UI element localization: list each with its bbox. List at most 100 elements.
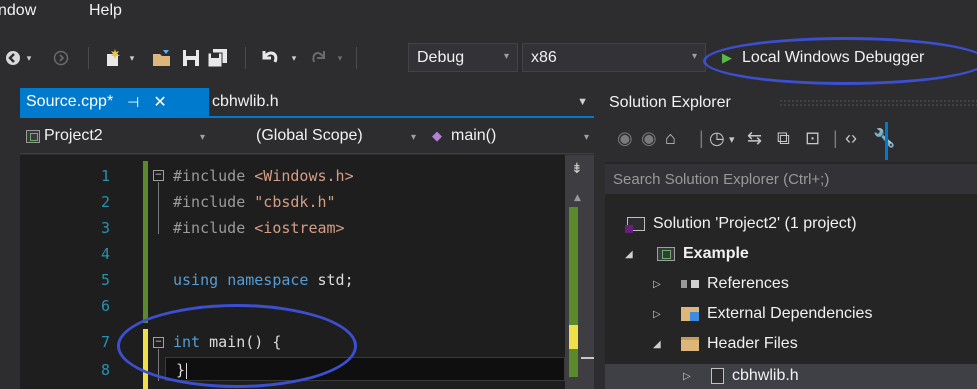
menu-help[interactable]: Help — [89, 2, 122, 20]
scroll-up-icon[interactable]: ▲ — [574, 193, 581, 203]
change-map-track — [569, 207, 578, 377]
method-icon: ◆ — [432, 128, 442, 143]
tree-node-label: Solution 'Project2' (1 project) — [653, 215, 857, 232]
vertical-scrollbar[interactable]: ⇟ ▲ — [565, 155, 594, 389]
open-folder-icon[interactable] — [151, 45, 173, 71]
collapse-icon[interactable]: − — [153, 337, 164, 348]
chevron-down-icon: ▾ — [200, 132, 206, 143]
sync-icon[interactable]: ⇆ — [747, 128, 762, 149]
outline-line — [158, 349, 159, 381]
tree-node-label: cbhwlib.h — [732, 367, 799, 384]
undo-icon[interactable] — [258, 45, 282, 71]
caret-position-marker — [581, 357, 594, 359]
search-placeholder: Search Solution Explorer (Ctrl+;) — [613, 170, 830, 188]
platform-value: x86 — [531, 48, 557, 66]
search-solution-explorer-input[interactable]: Search Solution Explorer (Ctrl+;) — [605, 164, 977, 194]
tree-node-external-dependencies[interactable]: ▷ External Dependencies — [653, 300, 872, 328]
expanded-icon[interactable]: ◢ — [625, 249, 633, 260]
back-dropdown-icon[interactable]: ▾ — [22, 45, 36, 71]
unsaved-change-bar — [143, 329, 148, 389]
tab-label: Source.cpp* — [26, 93, 114, 110]
back-icon[interactable] — [4, 45, 22, 71]
tree-node-label: Example — [683, 245, 749, 262]
header-file-icon — [711, 368, 724, 384]
standard-toolbar: ▾ ▾ ▾ ▾ Debug ▾ x86 ▾ ▶ Local Windows De… — [0, 30, 977, 84]
code-line-1: #include <Windows.h> — [173, 167, 354, 185]
play-icon: ▶ — [722, 50, 732, 65]
line-number: 1 — [100, 167, 110, 185]
line-number: 4 — [100, 245, 110, 263]
pin-icon[interactable]: ⊣ — [127, 94, 139, 111]
change-tracking-bar — [143, 161, 148, 323]
references-icon — [681, 280, 699, 288]
text-cursor — [186, 362, 188, 379]
collapse-all-icon[interactable]: ⧉ — [777, 128, 790, 149]
scope-dropdown[interactable]: (Global Scope) ▾ — [247, 123, 423, 149]
tree-node-header-files[interactable]: ◢ Header Files — [653, 330, 798, 358]
separator: | — [699, 128, 704, 148]
back-icon[interactable]: ◉ — [617, 128, 633, 149]
pending-dropdown-icon[interactable]: ▾ — [729, 133, 735, 146]
line-number: 6 — [100, 297, 110, 315]
collapsed-icon[interactable]: ▷ — [683, 371, 691, 382]
new-dropdown-icon[interactable]: ▾ — [126, 45, 138, 71]
tab-label: cbhwlib.h — [212, 93, 279, 110]
current-line-highlight — [165, 357, 565, 381]
collapsed-icon[interactable]: ▷ — [653, 309, 661, 320]
collapsed-icon[interactable]: ▷ — [653, 279, 661, 290]
toolbar-separator — [356, 47, 357, 69]
new-project-icon[interactable] — [102, 45, 124, 71]
member-dropdown[interactable]: ◆ main() ▾ — [432, 123, 592, 149]
line-number: 8 — [100, 361, 110, 379]
panel-title: Solution Explorer — [609, 94, 731, 111]
editor-tab-strip: Source.cpp* ⊣ ✕ cbhwlib.h ▼ — [20, 88, 594, 118]
undo-dropdown-icon[interactable]: ▾ — [288, 45, 300, 71]
drag-grip[interactable] — [779, 99, 977, 107]
forward-icon[interactable] — [52, 45, 70, 71]
view-code-icon[interactable]: ‹› — [845, 128, 857, 149]
project-icon — [26, 129, 40, 143]
code-line-5: using namespace std; — [173, 271, 354, 289]
outline-line — [158, 182, 159, 234]
solution-explorer-title-bar[interactable]: Solution Explorer — [605, 88, 977, 118]
tab-source-cpp[interactable]: Source.cpp* ⊣ ✕ — [20, 88, 209, 116]
configuration-value: Debug — [417, 48, 465, 66]
menu-window[interactable]: ndow — [0, 2, 36, 20]
code-editor[interactable]: 1 2 3 4 5 6 7 8 − − #include <Windows.h>… — [20, 155, 594, 389]
forward-icon[interactable]: ◉ — [641, 128, 657, 149]
change-map-marker — [569, 325, 578, 349]
tree-node-label: Header Files — [707, 335, 798, 352]
external-dependencies-icon — [681, 307, 699, 321]
debugger-label: Local Windows Debugger — [742, 49, 925, 66]
navigation-bar: Project2 ▾ (Global Scope) ▾ ◆ main() ▾ — [20, 120, 594, 154]
start-debugging-button[interactable]: ▶ Local Windows Debugger — [704, 42, 977, 74]
tab-overflow-icon[interactable]: ▼ — [577, 96, 588, 108]
tree-node-references[interactable]: ▷ References — [653, 270, 789, 298]
solution-configuration-select[interactable]: Debug ▾ — [408, 43, 518, 72]
tab-cbhwlib-h[interactable]: cbhwlib.h — [210, 88, 279, 116]
expanded-icon[interactable]: ◢ — [653, 339, 661, 350]
project-dropdown[interactable]: Project2 ▾ — [26, 123, 222, 149]
separator: | — [833, 128, 838, 148]
show-all-files-icon[interactable]: ⊡ — [805, 128, 820, 149]
toolbar-separator — [245, 47, 246, 69]
save-icon[interactable] — [181, 45, 201, 71]
pending-changes-icon[interactable]: ◷ — [709, 128, 725, 149]
redo-icon[interactable] — [308, 45, 330, 71]
tree-node-project[interactable]: ◢ Example — [625, 240, 749, 268]
save-all-icon[interactable] — [206, 45, 230, 71]
collapse-icon[interactable]: − — [153, 170, 164, 181]
home-icon[interactable]: ⌂ — [665, 128, 676, 149]
chevron-down-icon: ▾ — [691, 51, 697, 62]
redo-dropdown-icon[interactable]: ▾ — [334, 45, 346, 71]
code-line-2: #include "cbsdk.h" — [173, 193, 336, 211]
chevron-down-icon: ▾ — [584, 132, 590, 143]
tree-node-cbhwlib-h[interactable]: ▷ cbhwlib.h — [683, 362, 799, 389]
tree-node-solution[interactable]: Solution 'Project2' (1 project) — [625, 210, 857, 238]
solution-platform-select[interactable]: x86 ▾ — [522, 43, 706, 72]
close-icon[interactable]: ✕ — [153, 92, 166, 112]
line-number: 2 — [100, 193, 110, 211]
tree-node-label: References — [707, 275, 789, 292]
chevron-down-icon: ▾ — [503, 51, 509, 62]
split-window-icon[interactable]: ⇟ — [571, 161, 583, 177]
